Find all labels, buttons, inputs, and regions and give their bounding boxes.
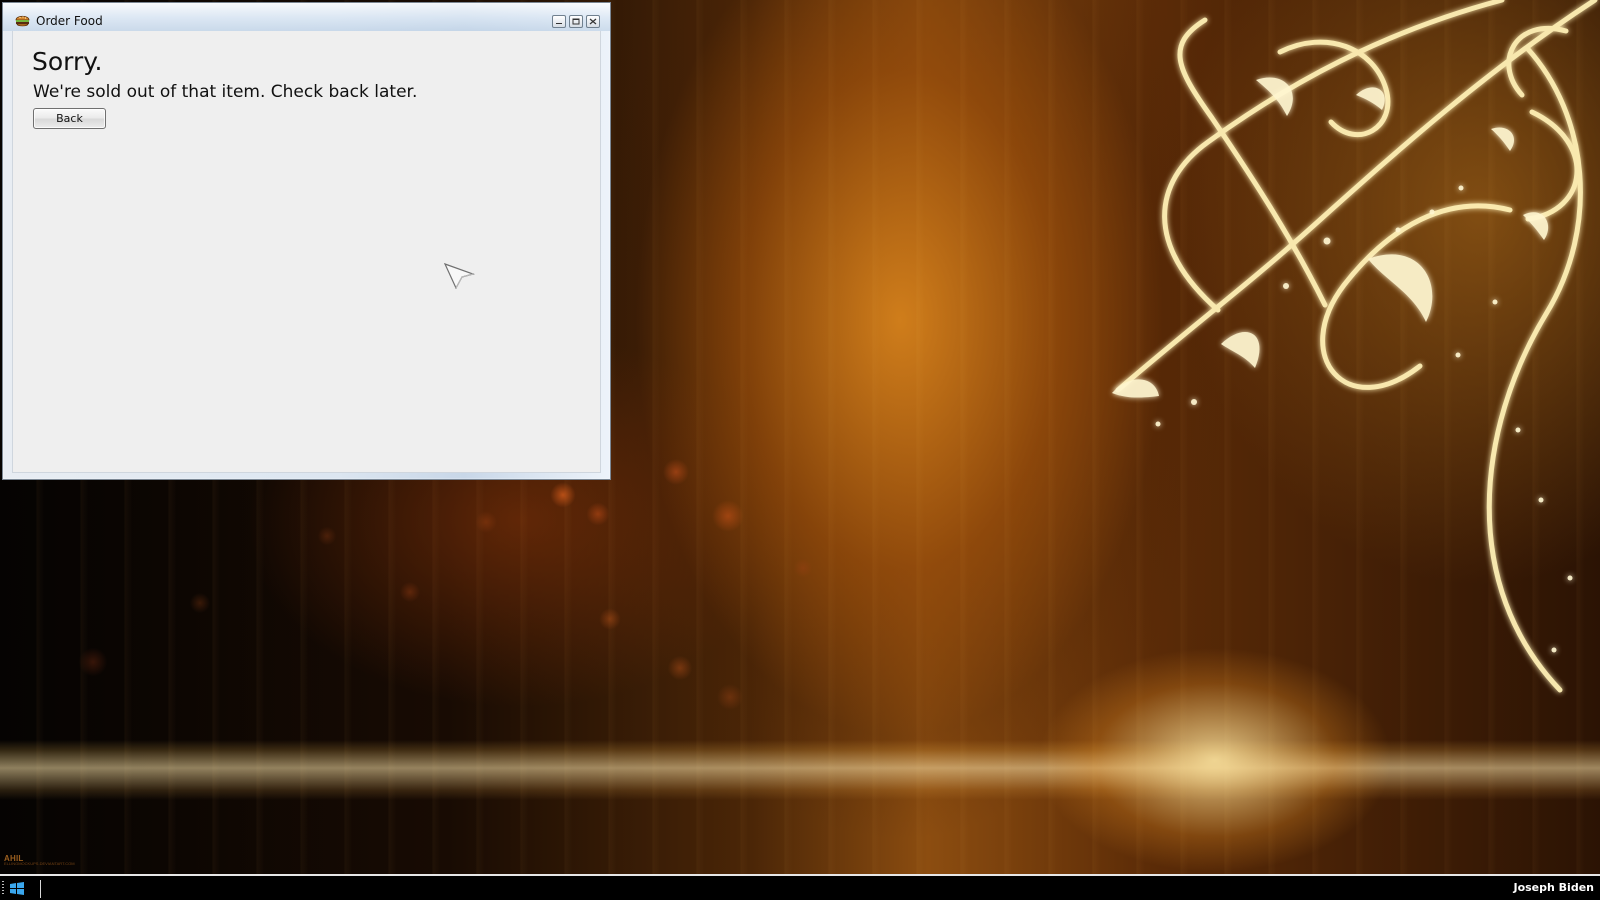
close-button[interactable] — [586, 15, 600, 28]
minimize-icon — [556, 23, 562, 24]
window-title: Order Food — [36, 14, 103, 28]
minimize-button[interactable] — [552, 15, 566, 28]
taskbar: Joseph Biden — [0, 874, 1600, 900]
mouse-cursor-icon — [444, 263, 475, 289]
maximize-button[interactable] — [569, 15, 583, 28]
burger-icon — [15, 15, 30, 27]
windows-start-icon[interactable] — [3, 880, 29, 898]
maximize-icon — [572, 18, 580, 25]
back-button[interactable]: Back — [33, 108, 106, 129]
close-icon — [589, 18, 597, 25]
desktop-watermark: AHIL ELLINGMOCKUPS.DEVIANTART.COM — [4, 854, 124, 869]
sorry-heading: Sorry. — [32, 47, 103, 76]
taskbar-separator — [40, 880, 41, 898]
window-content: Sorry. We're sold out of that item. Chec… — [12, 31, 601, 473]
order-food-window[interactable]: Order Food Sorry. We're sold out of that… — [2, 2, 611, 480]
sold-out-message: We're sold out of that item. Check back … — [33, 82, 418, 102]
taskbar-user-name[interactable]: Joseph Biden — [1513, 881, 1594, 895]
watermark-site: ELLINGMOCKUPS.DEVIANTART.COM — [4, 861, 75, 866]
window-titlebar[interactable]: Order Food — [3, 3, 610, 31]
